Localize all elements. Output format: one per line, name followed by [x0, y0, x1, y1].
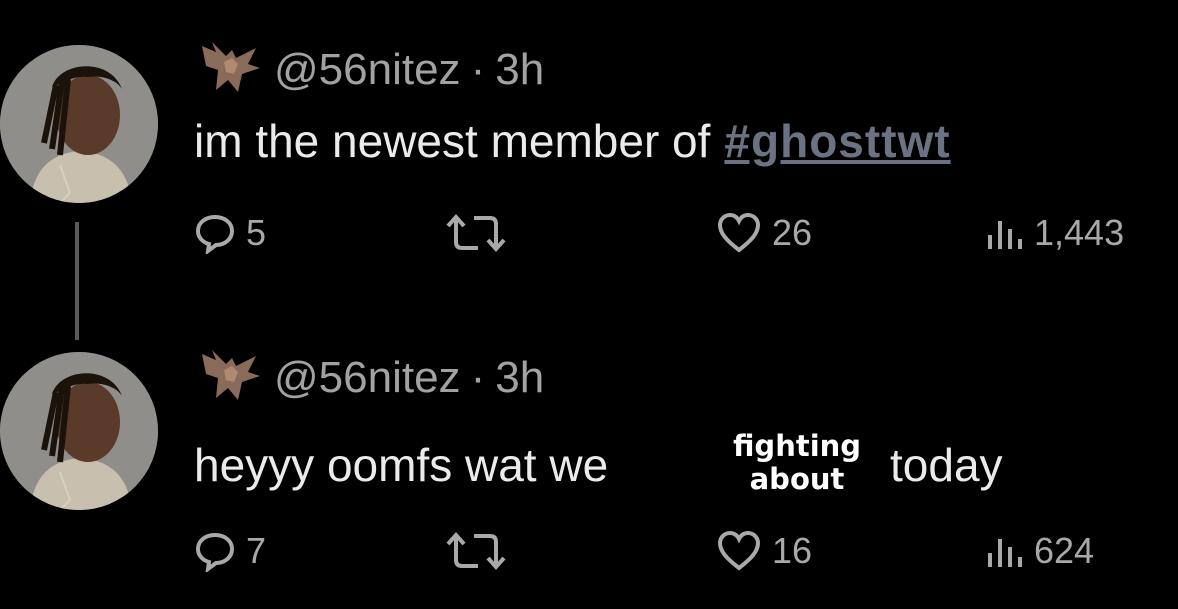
view-count: 1,443 [1034, 212, 1125, 253]
avatar[interactable] [0, 45, 158, 203]
view-count: 624 [1034, 530, 1095, 571]
retweet-button[interactable] [444, 530, 508, 572]
tweet-header: @56nitez · 3h [198, 348, 544, 408]
reply-icon [195, 214, 235, 254]
views-icon [988, 221, 1022, 249]
tweet-text-before: heyyy oomfs wat we [194, 439, 609, 491]
tweet-text: heyyy oomfs wat we [194, 438, 608, 492]
timestamp[interactable]: 3h [495, 45, 544, 95]
handle[interactable]: @56nitez [274, 45, 461, 95]
reply-count: 5 [246, 212, 267, 253]
inserted-caption-line-2: about [749, 462, 845, 496]
tweet-2[interactable]: @56nitez · 3h heyyy oomfs wat we fightin… [0, 330, 1178, 609]
like-count: 16 [772, 530, 813, 571]
reply-count: 7 [246, 530, 267, 571]
bat-icon [202, 350, 260, 400]
avatar[interactable] [0, 352, 158, 510]
views-icon [988, 539, 1022, 567]
bat-icon [202, 42, 260, 92]
views-button[interactable]: 624 [984, 530, 1094, 572]
retweet-icon [446, 531, 506, 571]
reply-button[interactable]: 5 [194, 212, 266, 254]
heart-icon [717, 530, 761, 571]
tweet-text: im the newest member of #ghosttwt [194, 114, 951, 168]
reply-button[interactable]: 7 [194, 530, 266, 572]
tweet-text-end: today [890, 438, 1003, 492]
retweet-icon [446, 213, 506, 253]
tweet-text-content: im the newest member of [194, 115, 711, 167]
tweet-1[interactable]: @56nitez · 3h im the newest member of #gh… [0, 0, 1178, 290]
separator-dot: · [470, 353, 486, 402]
retweet-button[interactable] [444, 212, 508, 254]
action-bar: 7 16 624 [194, 530, 1174, 580]
timestamp[interactable]: 3h [495, 353, 544, 403]
like-button[interactable]: 26 [716, 212, 812, 254]
heart-icon [717, 212, 761, 253]
inserted-caption-line-1: fighting [732, 429, 862, 463]
handle[interactable]: @56nitez [274, 353, 461, 403]
separator-dot: · [470, 45, 486, 94]
inserted-caption: fighting about [722, 430, 872, 496]
hashtag-link[interactable]: #ghosttwt [724, 115, 950, 167]
reply-icon [195, 532, 235, 572]
like-button[interactable]: 16 [716, 530, 812, 572]
tweet-text-after: today [890, 439, 1003, 491]
tweet-header: @56nitez · 3h [198, 40, 544, 100]
action-bar: 5 26 1,443 [194, 212, 1174, 262]
views-button[interactable]: 1,443 [984, 212, 1124, 254]
like-count: 26 [772, 212, 813, 253]
